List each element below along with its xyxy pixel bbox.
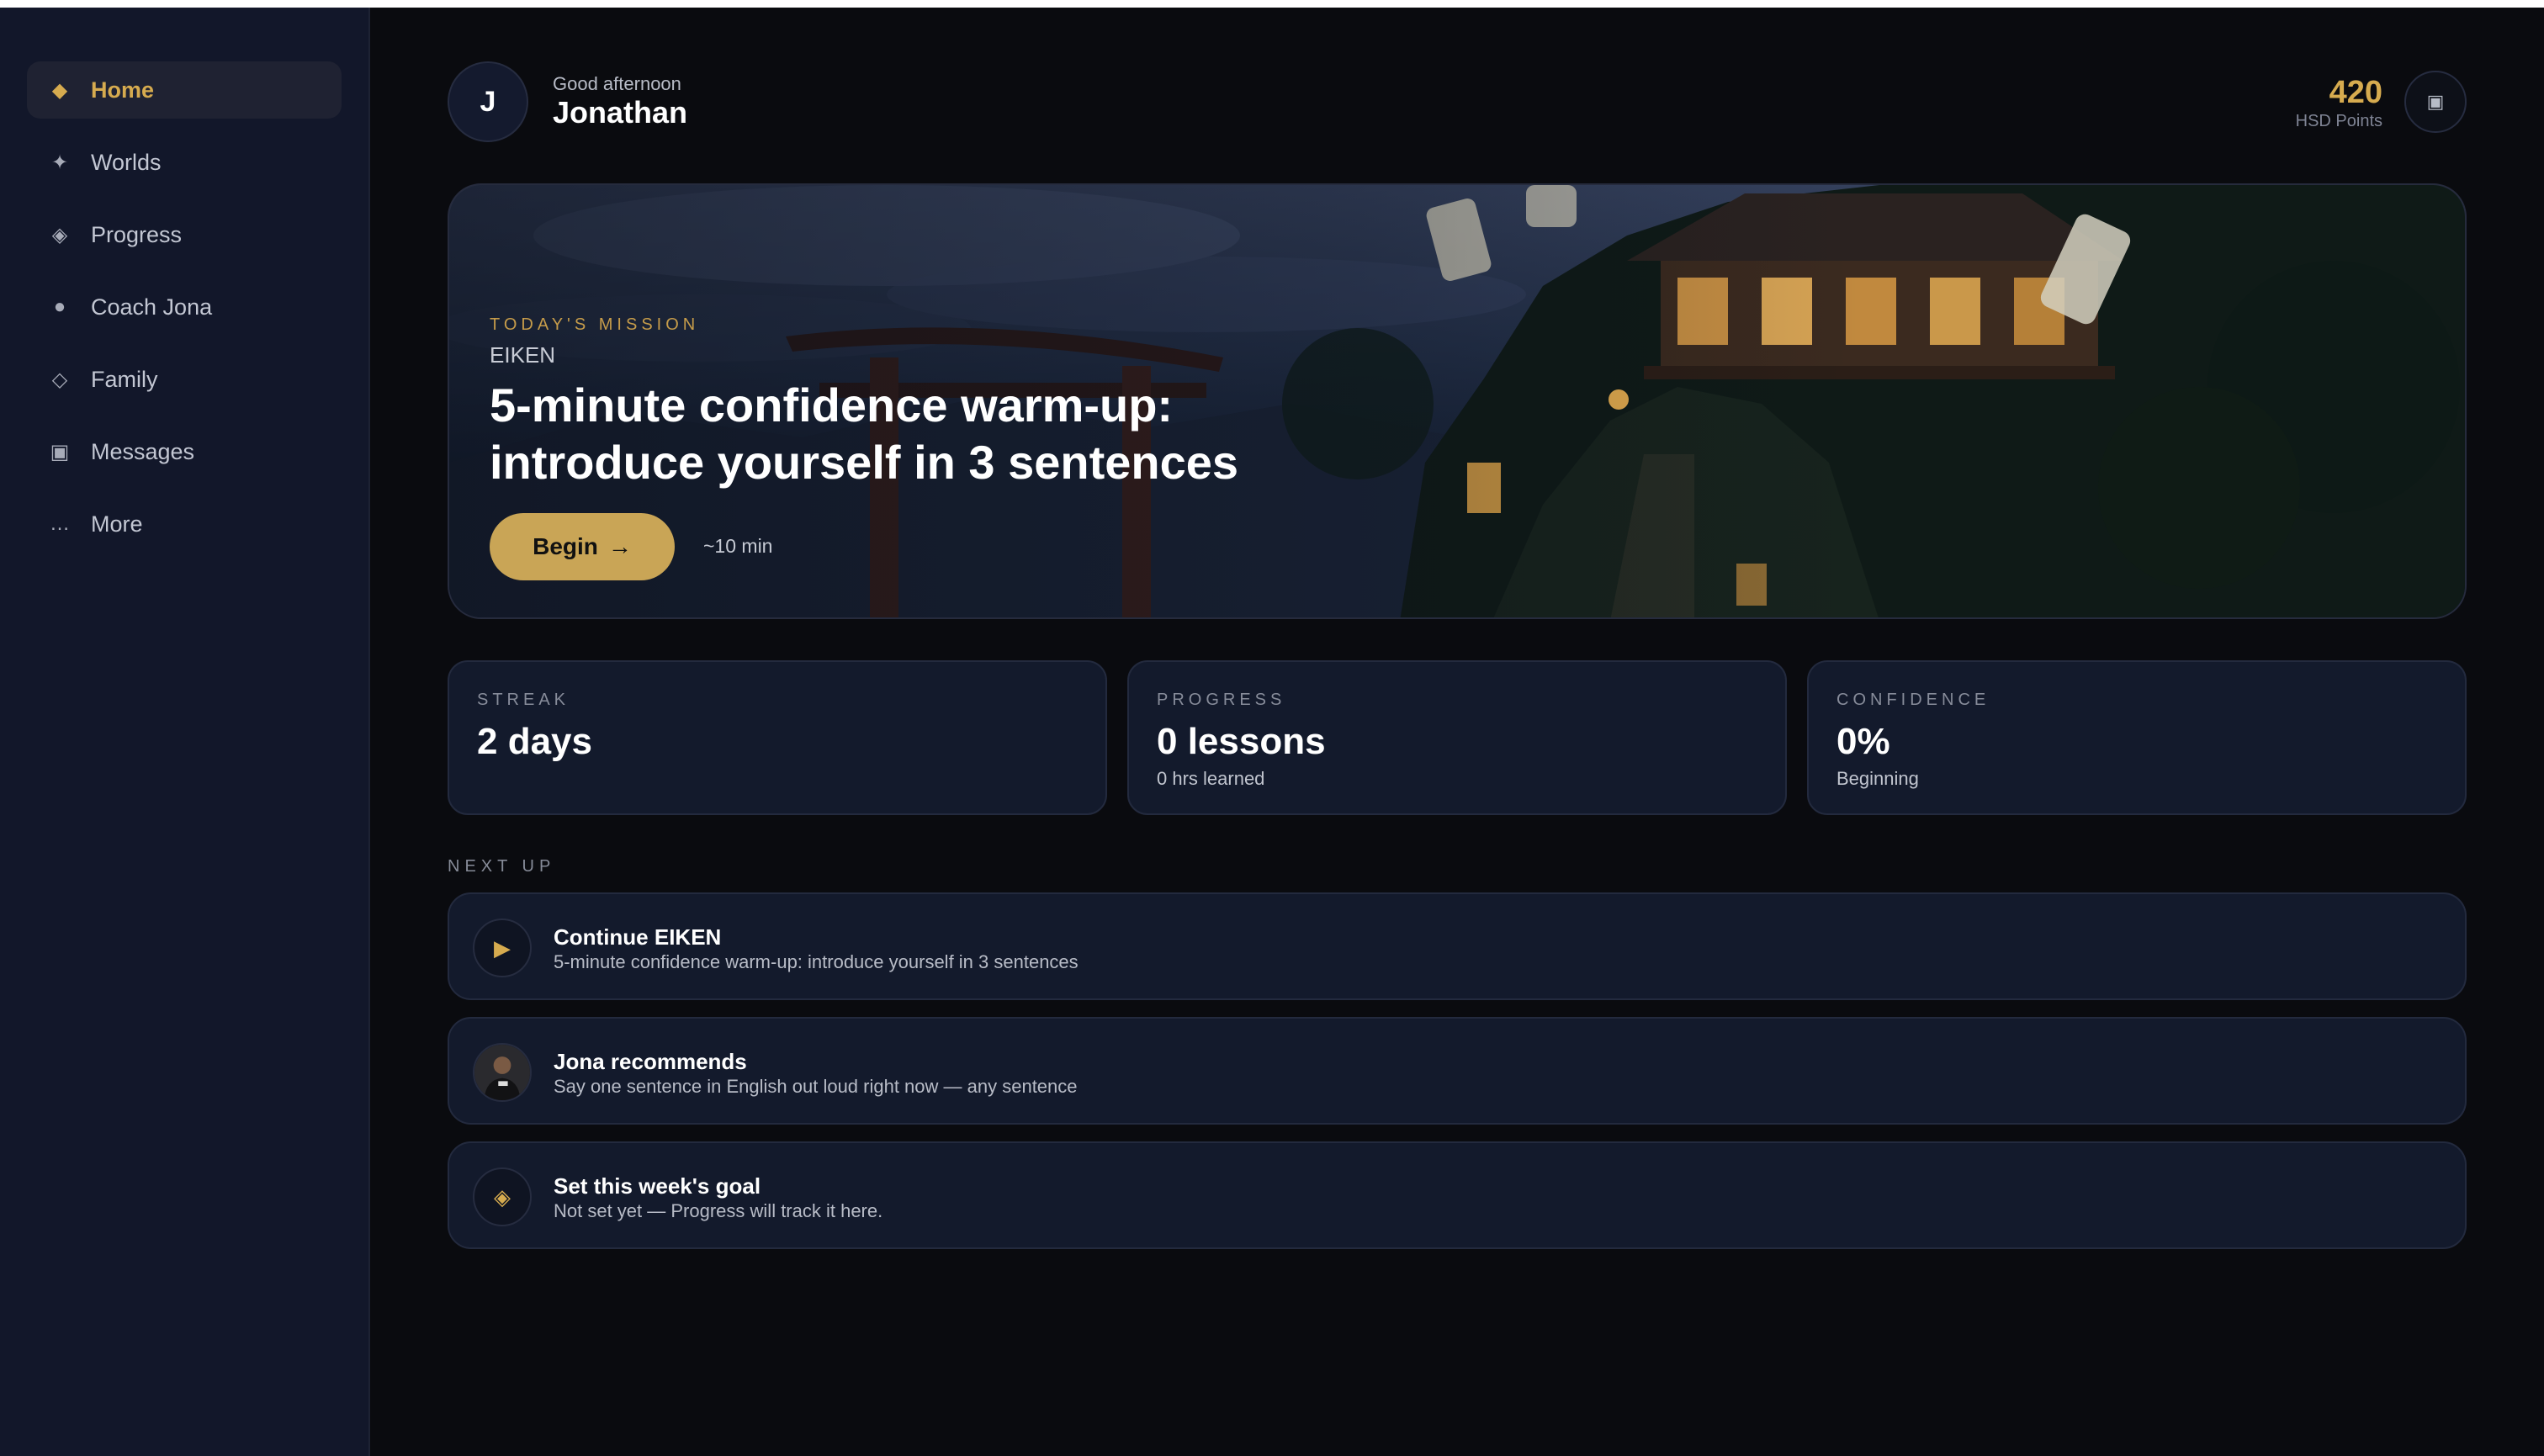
sidebar-item-label: Worlds: [91, 149, 162, 175]
sidebar-item-home[interactable]: ◆ Home: [27, 61, 342, 119]
sidebar-item-label: Family: [91, 366, 158, 392]
ellipsis-icon: …: [50, 512, 70, 535]
sidebar-item-label: More: [91, 511, 143, 537]
next-up-item-continue[interactable]: ▶ Continue EIKEN 5-minute confidence war…: [448, 892, 2467, 1000]
sidebar-item-messages[interactable]: ▣ Messages: [27, 423, 342, 480]
stat-label: STREAK: [477, 691, 570, 709]
mission-tag: EIKEN: [490, 342, 556, 368]
stat-value: 2 days: [477, 721, 592, 762]
stat-subtext: 0 hrs learned: [1157, 768, 1265, 789]
header-menu-button[interactable]: ▣: [2404, 71, 2467, 133]
goal-diamond-icon: ◈: [473, 1167, 532, 1226]
stat-value: 0 lessons: [1157, 721, 1326, 762]
stat-subtext: Beginning: [1836, 768, 1919, 789]
square-icon: ▣: [2426, 91, 2445, 112]
greeting-text: Good afternoon: [553, 73, 681, 94]
begin-button-label: Begin: [533, 533, 598, 559]
play-icon: ▶: [473, 919, 532, 977]
sidebar-nav: ◆ Home ✦ Worlds ◈ Progress ● Coach Jona …: [27, 61, 342, 568]
play-glyph: ▶: [494, 934, 511, 961]
sidebar-item-label: Messages: [91, 438, 195, 464]
sidebar-item-label: Progress: [91, 221, 183, 247]
begin-button[interactable]: Begin →: [490, 513, 675, 580]
coach-avatar-icon: [473, 1043, 532, 1102]
task-title: Jona recommends: [554, 1049, 747, 1074]
sidebar-item-label: Coach Jona: [91, 294, 213, 320]
square-icon: ▣: [50, 440, 70, 463]
streak-card: STREAK 2 days: [448, 660, 1107, 815]
outline-diamond-icon: ◇: [51, 368, 68, 391]
sidebar: ◆ Home ✦ Worlds ◈ Progress ● Coach Jona …: [0, 8, 370, 1456]
user-avatar[interactable]: J: [448, 61, 528, 142]
diamond-icon: ◆: [51, 78, 68, 102]
stat-label: CONFIDENCE: [1836, 691, 1990, 709]
sidebar-item-more[interactable]: … More: [27, 495, 342, 553]
task-title: Set this week's goal: [554, 1173, 761, 1199]
user-name: Jonathan: [553, 95, 688, 130]
mission-title: 5-minute confidence warm-up: introduce y…: [490, 379, 1239, 489]
stat-value: 0%: [1836, 721, 1890, 762]
confidence-card: CONFIDENCE 0% Beginning: [1807, 660, 2467, 815]
task-subtitle: 5-minute confidence warm-up: introduce y…: [554, 951, 1079, 972]
sidebar-item-coach-jona[interactable]: ● Coach Jona: [27, 278, 342, 336]
points-label: HSD Points: [2295, 112, 2382, 130]
next-up-item-weekly-goal[interactable]: ◈ Set this week's goal Not set yet — Pro…: [448, 1141, 2467, 1249]
next-up-item-jona-recommends[interactable]: Jona recommends Say one sentence in Engl…: [448, 1017, 2467, 1125]
task-subtitle: Not set yet — Progress will track it her…: [554, 1200, 883, 1221]
progress-diamond-icon: ◈: [51, 223, 68, 246]
points-value: 420: [2329, 75, 2382, 110]
sidebar-item-progress[interactable]: ◈ Progress: [27, 206, 342, 263]
sidebar-item-label: Home: [91, 77, 155, 103]
dot-icon: ●: [53, 295, 66, 318]
mission-kicker: TODAY'S MISSION: [490, 315, 700, 334]
sidebar-item-family[interactable]: ◇ Family: [27, 351, 342, 408]
next-up-heading: NEXT UP: [448, 857, 556, 876]
progress-card: PROGRESS 0 lessons 0 hrs learned: [1127, 660, 1787, 815]
sparkle-icon: ✦: [50, 151, 69, 174]
task-subtitle: Say one sentence in English out loud rig…: [554, 1076, 1078, 1097]
page-header: J Good afternoon Jonathan 420 HSD Points…: [448, 61, 2467, 142]
sidebar-item-worlds[interactable]: ✦ Worlds: [27, 134, 342, 191]
coach-avatar-graphic: [474, 1045, 530, 1100]
todays-mission-card[interactable]: TODAY'S MISSION EIKEN 5-minute confidenc…: [448, 183, 2467, 619]
browser-top-strip: [0, 0, 2544, 8]
mission-duration: ~10 min: [703, 535, 773, 557]
arrow-right-icon: →: [607, 533, 632, 559]
task-title: Continue EIKEN: [554, 924, 722, 950]
stat-label: PROGRESS: [1157, 691, 1286, 709]
goal-glyph: ◈: [494, 1183, 511, 1210]
